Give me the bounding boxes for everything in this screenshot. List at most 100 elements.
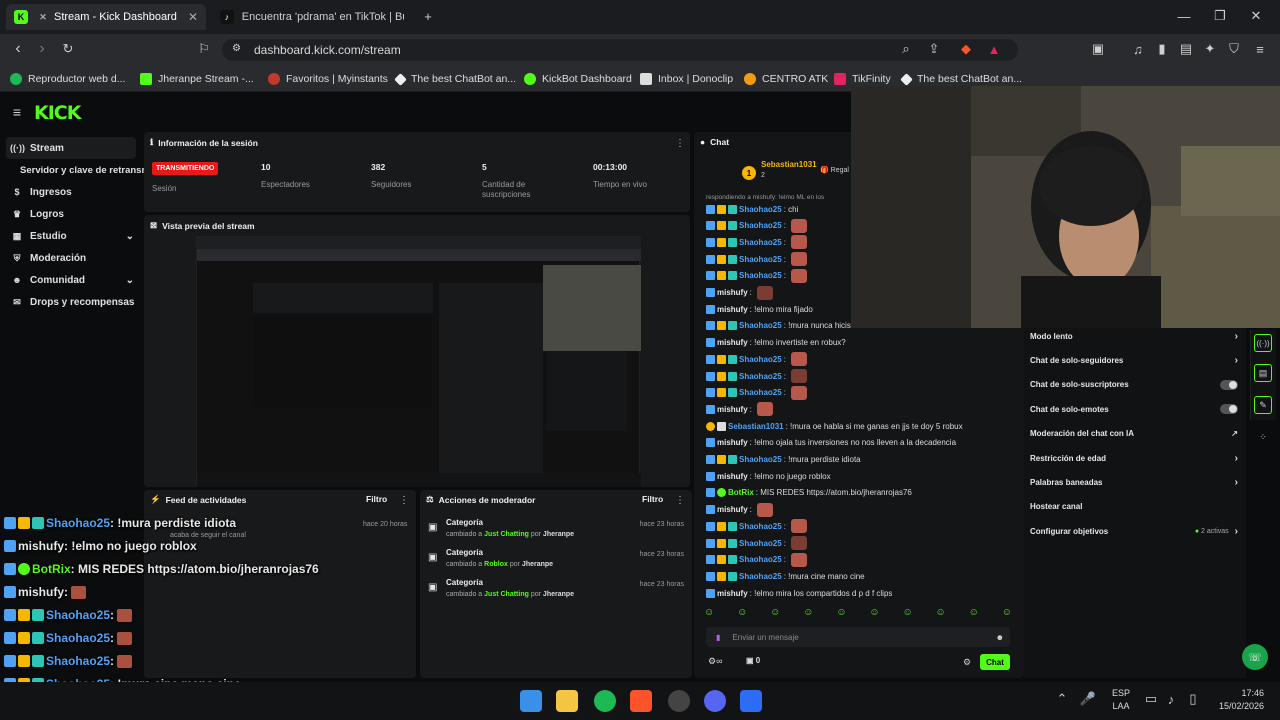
chat-message[interactable]: Shaohao25: (706, 251, 808, 267)
brave-rewards-icon[interactable]: ▲ (986, 41, 1002, 57)
obs-app-icon[interactable] (668, 690, 690, 712)
send-chat-button[interactable]: Chat (980, 654, 1010, 670)
chat-message[interactable]: Sebastian1031: !mura oe habla si me gana… (706, 418, 963, 434)
emote-icon[interactable]: ☺ (803, 607, 813, 623)
chat-username[interactable]: Shaohao25 (739, 238, 782, 247)
emote-icon[interactable]: ☺ (936, 607, 946, 623)
minimize-icon[interactable]: — (1176, 8, 1192, 24)
bookmark-item[interactable]: Jheranpe Stream -... (140, 70, 254, 88)
support-icon[interactable]: ☏ (1242, 644, 1268, 670)
emote-image[interactable] (757, 502, 774, 517)
vpn-icon[interactable]: ⛉ (1226, 41, 1242, 57)
bookmark-item[interactable]: KickBot Dashboard (524, 70, 632, 88)
close-window-icon[interactable]: ✕ (1248, 8, 1264, 24)
emote-image[interactable] (791, 519, 808, 534)
sidebar-item-ingresos[interactable]: $ Ingresos (0, 181, 144, 203)
chat-setting-item[interactable]: Hostear canal (1030, 495, 1238, 519)
mic-icon[interactable]: ▮ (716, 633, 720, 642)
chat-username[interactable]: Shaohao25 (739, 388, 782, 397)
emote-icon[interactable]: ☺ (704, 607, 714, 623)
chat-message[interactable]: Shaohao25: (706, 234, 808, 250)
display-icon[interactable]: ▭ (1144, 691, 1158, 706)
emote-icon[interactable]: ☺ (1002, 607, 1012, 623)
emote-image[interactable] (791, 536, 808, 550)
mic-tray-icon[interactable]: 🎤 (1080, 691, 1096, 706)
chat-message[interactable]: BotRix: MIS REDES https://atom.bio/jhera… (706, 485, 912, 501)
chat-setting-item[interactable]: Palabras baneadas › (1030, 470, 1238, 494)
chat-message[interactable]: Shaohao25: (706, 385, 808, 401)
chat-username[interactable]: Shaohao25 (739, 221, 782, 230)
maximize-icon[interactable]: ❐ (1212, 8, 1228, 24)
app-icon[interactable] (740, 690, 762, 712)
sidebar-item-stream[interactable]: ((·)) Stream (6, 137, 136, 159)
emote-image[interactable] (791, 268, 808, 283)
chat-username[interactable]: mishufy (717, 438, 748, 447)
mod-filter-button[interactable]: Filtro (642, 494, 663, 504)
mute-icon[interactable]: ✕ (36, 10, 50, 24)
sidebar-item-drops[interactable]: ✉ Drops y recompensas (0, 291, 144, 313)
screenshot-icon[interactable]: ▣ (1090, 41, 1106, 57)
emote-image[interactable] (791, 552, 808, 567)
chat-username[interactable]: Shaohao25 (739, 205, 782, 214)
toggle-switch[interactable] (1220, 379, 1238, 390)
chat-message[interactable]: Shaohao25: chi (706, 201, 798, 217)
emote-image[interactable] (791, 235, 808, 250)
emote-icon[interactable]: ☺ (869, 607, 879, 623)
tray-expand-icon[interactable]: ⌃ (1056, 691, 1068, 706)
bookmark-item[interactable]: Reproductor web d... (10, 70, 125, 88)
language-indicator[interactable]: ESP LAA (1112, 688, 1130, 711)
clock[interactable]: 17:46 15/02/2026 (1208, 688, 1264, 711)
chat-username[interactable]: Sebastian1031 (728, 422, 784, 431)
sidebar-item-moderacion[interactable]: ⛨ Moderación (0, 247, 144, 269)
settings-gear-icon[interactable]: ⚙ (962, 656, 972, 668)
chat-message[interactable]: mishufy: !elmo no juego roblox (706, 468, 831, 484)
chat-tool-icon[interactable]: ▤ (1254, 364, 1272, 382)
emote-icon[interactable]: ☺ (836, 607, 846, 623)
feed-filter-button[interactable]: Filtro (366, 494, 387, 504)
zoom-icon[interactable]: ⌕ (898, 41, 914, 57)
chat-message[interactable]: Shaohao25: !mura perdiste idiota (706, 452, 861, 468)
tab-kick-dashboard[interactable]: K ✕ Stream - Kick Dashboard ✕ (6, 4, 206, 30)
spotify-app-icon[interactable] (594, 690, 616, 712)
bookmark-item[interactable]: Favoritos | Myinstants (268, 70, 388, 88)
kick-logo[interactable]: KICK (34, 102, 81, 124)
brave-shield-icon[interactable]: ◆ (958, 41, 974, 57)
bookmark-item[interactable]: Inbox | Donoclip (640, 70, 733, 88)
emote-icon[interactable]: ☺ (737, 607, 747, 623)
more-options-icon[interactable]: ⋮ (399, 494, 409, 506)
chat-username[interactable]: Shaohao25 (739, 321, 782, 330)
menu-icon[interactable]: ≡ (1252, 41, 1268, 57)
bookmark-item[interactable]: The best ChatBot an... (394, 70, 516, 88)
forward-icon[interactable]: › (34, 40, 50, 57)
discord-app-icon[interactable] (704, 690, 726, 712)
chat-username[interactable]: Shaohao25 (739, 255, 782, 264)
chat-setting-item[interactable]: Configurar objetivos ● 2 activas › (1030, 519, 1238, 543)
chat-message[interactable]: Shaohao25: !mura nunca hiciste (706, 318, 858, 334)
chat-message[interactable]: mishufy: !elmo mira los compartidos d p … (706, 585, 892, 601)
music-icon[interactable]: ♫ (1130, 41, 1146, 57)
hamburger-menu-icon[interactable]: ≡ (10, 104, 24, 120)
wrench-icon[interactable]: ✎ (1254, 396, 1272, 414)
emote-icon[interactable]: ☺ (770, 607, 780, 623)
chat-message[interactable]: mishufy: (706, 285, 774, 301)
emote-image[interactable] (791, 218, 808, 233)
bookmark-item[interactable]: CENTRO ATK (744, 70, 828, 88)
chat-username[interactable]: mishufy (717, 338, 748, 347)
chat-message[interactable]: mishufy: (706, 401, 774, 417)
chat-username[interactable]: Shaohao25 (739, 355, 782, 364)
chat-username[interactable]: Shaohao25 (739, 455, 782, 464)
chat-username[interactable]: mishufy (717, 405, 748, 414)
volume-icon[interactable]: ♪ (1164, 692, 1178, 707)
wallet-icon[interactable]: ▤ (1178, 41, 1194, 57)
chat-username[interactable]: mishufy (717, 288, 748, 297)
site-info-icon[interactable]: ⚙ (232, 43, 241, 54)
broadcast-icon[interactable]: ((·)) (1254, 334, 1272, 352)
chat-username[interactable]: Shaohao25 (739, 555, 782, 564)
chat-username[interactable]: Shaohao25 (739, 572, 782, 581)
tab-tiktok[interactable]: ♪ Encuentra 'pdrama' en TikTok | Busca (212, 4, 412, 30)
close-tab-icon[interactable]: ✕ (188, 10, 198, 24)
emoji-icon[interactable]: ☻ (996, 633, 1004, 642)
chat-message[interactable]: mishufy: (706, 502, 774, 518)
leo-icon[interactable]: ✦ (1202, 41, 1218, 57)
emote-image[interactable] (791, 252, 808, 267)
